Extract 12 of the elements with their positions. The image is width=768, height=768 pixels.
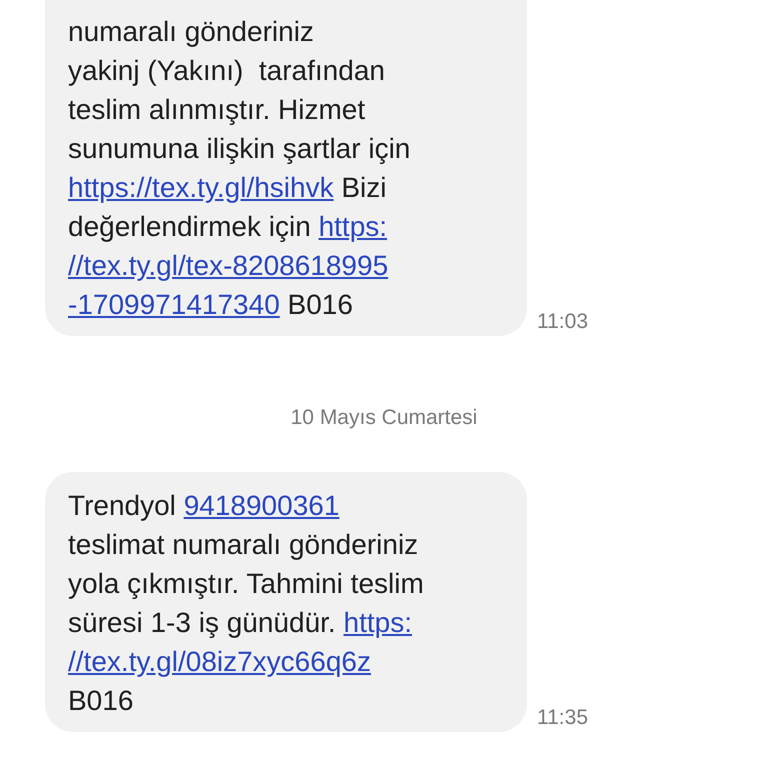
link[interactable]: https:	[344, 607, 412, 638]
message-time: 11:03	[537, 310, 588, 335]
link[interactable]: https:	[318, 211, 388, 242]
date-separator: 10 Mayıs Cumartesi	[290, 406, 478, 430]
link[interactable]: -1709971417340	[68, 289, 280, 320]
link[interactable]: //tex.ty.gl/08iz7xyc66q6z	[68, 646, 371, 677]
message-text: numaralı gönderiniz yakinj (Yakını) tarafından teslim alınmıştır. Hizmet sunumuna ilişkin şartlar için https://tex.ty.gl/hsihvk Bizi değerlendirmek için https: //tex.ty.gl/tex-8208618995 -1709971417340 B016	[68, 15, 412, 322]
link[interactable]: https://tex.ty.gl/hsihvk	[68, 172, 334, 203]
message-time: 11:35	[537, 706, 588, 731]
message-text: Trendyol 9418900361 teslimat numaralı gönderiniz yola çıkmıştır. Tahmini teslim süresi 1-3 iş günüdür. https: //tex.ty.gl/08iz7xyc66q6z B016	[68, 489, 425, 718]
link[interactable]: 9418900361	[184, 490, 340, 521]
link[interactable]: //tex.ty.gl/tex-8208618995	[68, 250, 388, 281]
